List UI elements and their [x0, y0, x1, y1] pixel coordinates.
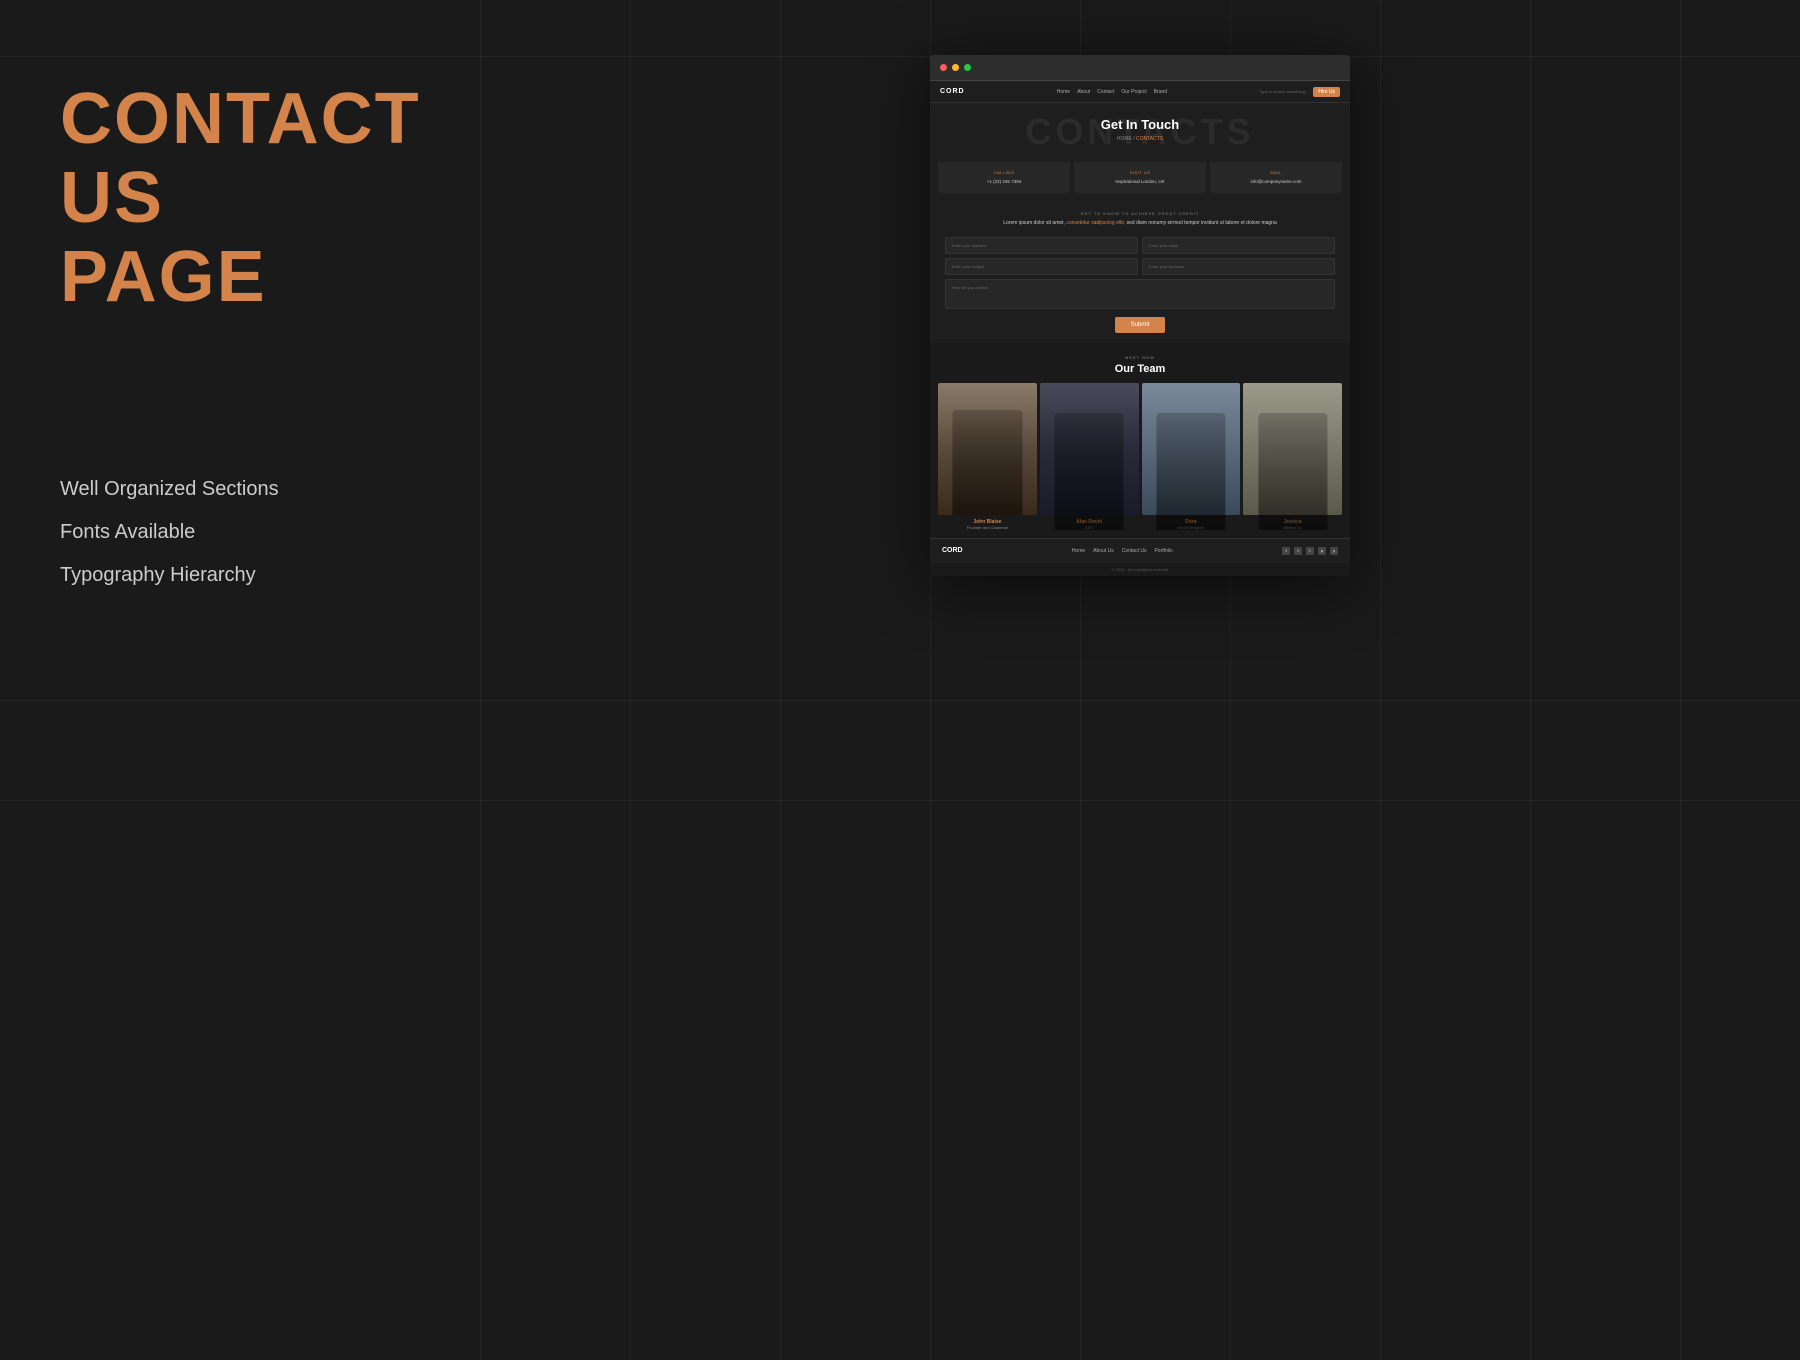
features-list: Well Organized Sections Fonts Available … [60, 478, 420, 587]
team-title: Our Team [938, 363, 1342, 375]
browser-preview: CORD Home About Contact Our Project Bran… [930, 55, 1350, 576]
team-photo-2 [1040, 383, 1139, 515]
social-icon-youtube[interactable]: y [1330, 547, 1338, 555]
nav-link-brand: Brand [1154, 89, 1167, 95]
team-grid: John Blaise Founder and Chairman Alan Da… [938, 383, 1342, 530]
social-icon-instagram[interactable]: i [1306, 547, 1314, 555]
team-photo-1 [938, 383, 1037, 515]
contact-card-calling-value: +1 (22) 345 7394 [944, 179, 1064, 185]
team-member-4: Jessica #lifstyle.pc [1243, 383, 1342, 530]
form-field-budget[interactable]: Enter your budget [945, 258, 1138, 275]
contact-card-mail-value: info@companyname.com [1216, 179, 1336, 185]
form-submit-row: Submit [945, 317, 1335, 333]
main-title: CONTACT US PAGE [60, 80, 420, 318]
footer-nav: Home About Us Contact Us Portfolio [1072, 548, 1173, 554]
form-body-text: Lorem ipsum dolor sit amet, consetetur s… [945, 219, 1335, 227]
nav-search-text: Type to search something... [1259, 89, 1308, 94]
footer-logo: CORD [942, 547, 963, 554]
navbar: CORD Home About Contact Our Project Bran… [930, 81, 1350, 103]
right-panel: CORD Home About Contact Our Project Bran… [480, 0, 1800, 1360]
form-field-business[interactable]: Enter your business [1142, 258, 1335, 275]
footer-nav-about: About Us [1093, 548, 1114, 554]
contact-card-visit-value: Inspirational London, UK [1080, 179, 1200, 185]
nav-link-home: Home [1057, 89, 1070, 95]
member-role-1: Founder and Chairman [938, 525, 1037, 530]
contact-cards: Calling +1 (22) 345 7394 Visit Us Inspir… [930, 154, 1350, 201]
social-icon-pinterest[interactable]: p [1318, 547, 1326, 555]
contact-card-calling-label: Calling [944, 170, 1064, 175]
nav-logo: CORD [940, 88, 965, 95]
person-figure-4 [1258, 413, 1327, 515]
footer: CORD Home About Us Contact Us Portfolio … [930, 538, 1350, 563]
social-icon-facebook[interactable]: f [1282, 547, 1290, 555]
footer-nav-portfolio: Portfolio [1154, 548, 1172, 554]
feature-item-3: Typography Hierarchy [60, 564, 420, 587]
form-field-name[interactable]: Enter your fullname [945, 237, 1138, 254]
breadcrumb-current: CONTACTS [1136, 136, 1163, 142]
nav-link-about: About [1077, 89, 1090, 95]
feature-item-2: Fonts Available [60, 521, 420, 544]
team-sub-label: Meet Now [938, 355, 1342, 360]
form-field-email[interactable]: Enter your email [1142, 237, 1335, 254]
left-panel: CONTACT US PAGE Well Organized Sections … [0, 0, 480, 1360]
browser-dot-green [964, 64, 971, 71]
team-photo-3 [1142, 383, 1241, 515]
contact-form-section: GET TO KNOW TO ACHIEVE GREAT CREDIT Lore… [930, 201, 1350, 343]
browser-chrome [930, 55, 1350, 81]
contact-card-calling: Calling +1 (22) 345 7394 [938, 162, 1070, 193]
feature-item-1: Well Organized Sections [60, 478, 420, 501]
footer-copyright: © 2025 - All copyrights reserved [930, 563, 1350, 576]
nav-link-projects: Our Project [1121, 89, 1146, 95]
contact-card-mail: Mail info@companyname.com [1210, 162, 1342, 193]
contact-form: Enter your fullname Enter your email Ent… [945, 237, 1335, 333]
contact-card-visit: Visit Us Inspirational London, UK [1074, 162, 1206, 193]
hero-title: Get In Touch [940, 117, 1340, 132]
breadcrumb: HOME / CONTACTS [940, 136, 1340, 142]
nav-link-contact: Contact [1097, 89, 1114, 95]
team-member-3: Dora Head Designer [1142, 383, 1241, 530]
submit-button[interactable]: Submit [1115, 317, 1166, 333]
contact-card-mail-label: Mail [1216, 170, 1336, 175]
footer-nav-home: Home [1072, 548, 1085, 554]
nav-links: Home About Contact Our Project Brand [1057, 89, 1167, 95]
breadcrumb-home: HOME [1117, 136, 1132, 142]
team-section: Meet Now Our Team John Blaise Founder an… [930, 343, 1350, 538]
footer-nav-contact: Contact Us [1122, 548, 1147, 554]
team-photo-4 [1243, 383, 1342, 515]
form-field-message[interactable]: How did you contact [945, 279, 1335, 309]
social-icon-twitter[interactable]: t [1294, 547, 1302, 555]
person-figure-1 [953, 410, 1022, 515]
nav-search-area: Type to search something... Hire Us [1259, 87, 1340, 97]
person-figure-3 [1156, 413, 1225, 515]
person-figure-2 [1055, 413, 1124, 515]
contact-card-visit-label: Visit Us [1080, 170, 1200, 175]
browser-dot-red [940, 64, 947, 71]
footer-social: f t i p y [1282, 547, 1338, 555]
browser-dot-yellow [952, 64, 959, 71]
form-section-sub: GET TO KNOW TO ACHIEVE GREAT CREDIT [945, 211, 1335, 216]
hero-section: CONTACTS Get In Touch HOME / CONTACTS [930, 103, 1350, 154]
team-member-1: John Blaise Founder and Chairman [938, 383, 1037, 530]
nav-cta-button[interactable]: Hire Us [1313, 87, 1340, 97]
team-member-2: Alan David CEO [1040, 383, 1139, 530]
